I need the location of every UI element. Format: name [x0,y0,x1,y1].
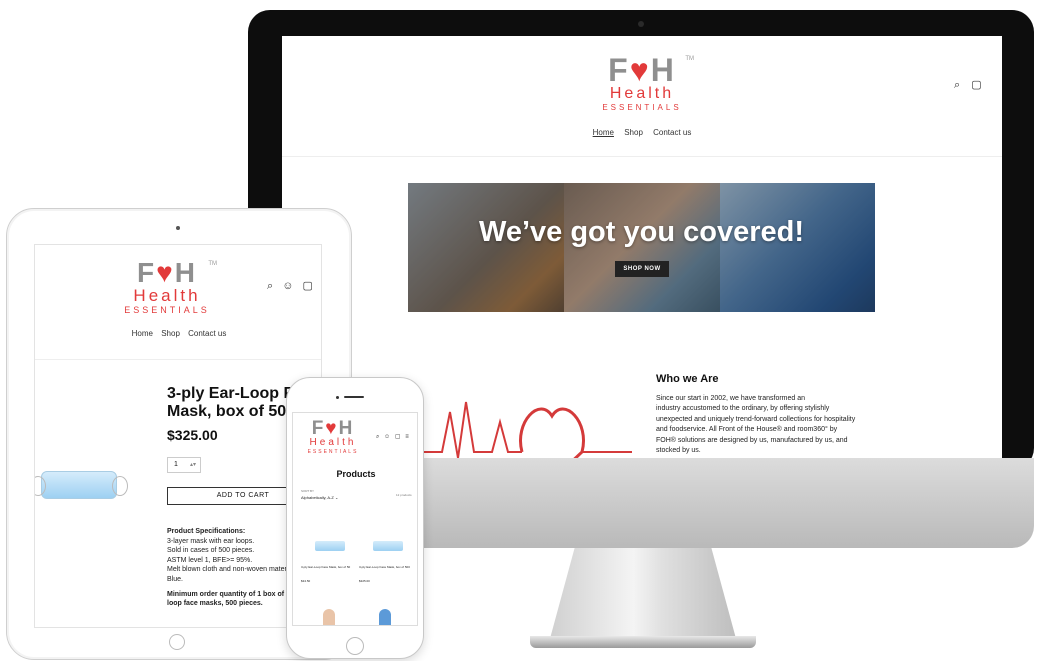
product-card-title[interactable]: 3-ply Ear-Loop Face Mask, box of 500 [359,565,411,569]
header-icons: ⌕ ▢ [946,78,982,92]
product-image-mask[interactable] [315,541,345,551]
shop-now-button[interactable]: SHOP NOW [615,261,669,277]
logo-foh: F♥H [137,257,197,288]
heartbeat-heart-graphic [422,401,632,458]
nav-item-contact[interactable]: Contact us [188,329,226,338]
stepper-arrows-icon[interactable]: ▴▾ [190,458,196,472]
product-card-title[interactable]: 3-ply Ear-Loop Face Mask, box of 50 [301,565,353,569]
account-icon[interactable]: ☺ [384,434,390,440]
phone-screen: F♥H Health ESSENTIALS ⌕ ☺ ▢ ≡ Products S… [292,412,418,626]
product-image-mask[interactable] [373,541,403,551]
logo-essentials: ESSENTIALS [307,448,359,455]
chevron-down-icon: ⌄ [334,495,339,500]
product-image-mask[interactable] [35,471,128,499]
header-icons: ⌕ ☺ ▢ [261,279,313,293]
header-divider [282,156,1002,157]
product-image-glove[interactable] [323,609,335,625]
product-price: $325.00 [167,427,218,443]
search-icon[interactable]: ⌕ [376,434,379,440]
hero-banner: We’ve got you covered! SHOP NOW [408,183,875,312]
heart-icon: ♥ [325,418,339,439]
logo-foh: F♥H [311,418,355,439]
site-logo[interactable]: F♥H Health ESSENTIALS [303,419,363,455]
nav-item-home[interactable]: Home [593,128,614,137]
trademark-mark: TM [685,56,694,62]
product-card-price: $34.50 [301,579,311,583]
cart-icon[interactable]: ▢ [303,280,313,292]
header-icons: ⌕ ☺ ▢ ≡ [373,433,409,441]
camera-dot [638,21,644,27]
logo-health: Health [609,85,675,102]
heart-icon: ♥ [156,257,175,288]
nav-item-shop[interactable]: Shop [161,329,180,338]
main-nav: Home Shop Contact us [282,128,1002,137]
quantity-value: 1 [174,461,178,468]
speaker-grille [344,396,364,398]
hamburger-icon[interactable]: ≡ [405,434,409,440]
page-title: Products [336,469,376,479]
site-logo[interactable]: F♥H TM Health ESSENTIALS [592,52,694,112]
about-text: Since our start in 2002, we have transfo… [656,395,856,455]
account-icon[interactable]: ☺ [282,280,293,292]
nav-item-contact[interactable]: Contact us [653,128,691,137]
sort-label: SORT BY [301,489,315,493]
cart-icon[interactable]: ▢ [395,434,401,440]
home-button [169,634,185,650]
logo-health: Health [133,286,201,305]
product-image-glove[interactable] [379,609,391,625]
sort-select[interactable]: Alphabetically, A-Z ⌄ [301,495,338,500]
logo-health: Health [309,437,357,448]
heart-icon: ♥ [629,52,651,88]
logo-essentials: ESSENTIALS [602,102,682,112]
quantity-stepper[interactable]: 1 ▴▾ [167,457,201,473]
desktop-monitor-base [530,636,756,648]
tablet-screen: F♥H TM Health ESSENTIALS ⌕ ☺ ▢ Home Shop… [34,244,322,628]
main-nav: Home Shop Contact us [35,329,321,338]
product-card-price: $325.00 [359,579,370,583]
home-button [346,637,364,655]
product-count: 12 products [396,493,412,497]
camera-dot [176,226,180,230]
search-icon[interactable]: ⌕ [954,79,960,91]
about-heading: Who we Are [656,373,719,385]
logo-foh: F♥H [608,52,676,88]
camera-dot [336,396,339,399]
site-logo[interactable]: F♥H TM Health ESSENTIALS [115,259,219,316]
nav-item-shop[interactable]: Shop [624,128,643,137]
search-icon[interactable]: ⌕ [267,280,273,292]
nav-item-home[interactable]: Home [132,329,153,338]
logo-essentials: ESSENTIALS [124,304,210,315]
about-section: Who we Are Since our start in 2002, we h… [656,373,871,456]
hero-title: We’ve got you covered! [479,216,804,248]
trademark-mark: TM [208,261,217,267]
header-divider [35,359,321,360]
desktop-monitor-stand [548,548,738,646]
cart-icon[interactable]: ▢ [971,79,981,91]
